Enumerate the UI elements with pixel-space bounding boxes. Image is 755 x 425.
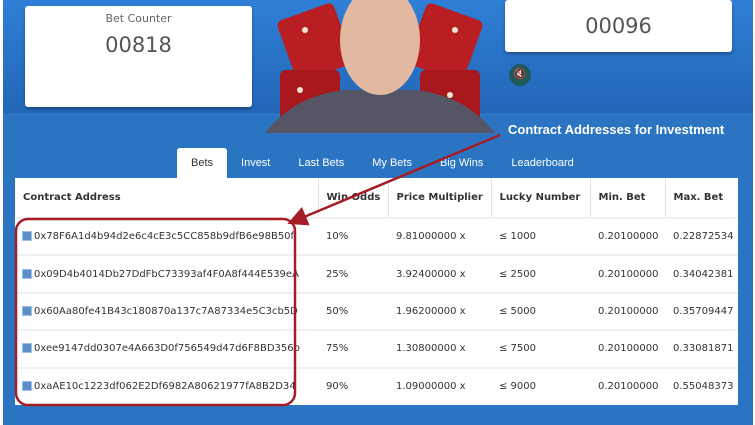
cell-value: ≤ 2500	[499, 268, 537, 280]
bet-counter-value: 00818	[105, 33, 172, 57]
cell-value: 0.22872534	[673, 231, 734, 243]
table-row: 0xee9147dd0307e4A663D0f756549d47d6F8BD35…	[15, 329, 738, 368]
cell-value: 9.81000000 x	[396, 231, 466, 243]
table-cell: 1.09000000 x	[388, 366, 491, 405]
qr-code-icon[interactable]	[22, 268, 32, 279]
qr-code-icon[interactable]	[22, 231, 32, 242]
cell-value: ≤ 7500	[499, 343, 537, 355]
table-cell: 75%	[318, 329, 388, 368]
column-header: Max. Bet	[673, 192, 724, 203]
speaker-muted-icon: 🔇	[513, 69, 527, 80]
table-cell: 1.96200000 x	[388, 291, 491, 331]
qr-code-icon[interactable]	[22, 343, 32, 354]
cell-value: ≤ 9000	[499, 381, 537, 393]
tab-last-bets[interactable]: Last Bets	[284, 148, 358, 178]
table-cell: ≤ 2500	[491, 254, 590, 293]
column-header: Contract Address	[15, 178, 319, 218]
cell-value: 25%	[326, 268, 349, 280]
table-cell: 1.30800000 x	[388, 329, 491, 368]
contract-address[interactable]: 0x78F6A1d4b94d2e6c4cE3c5CC858b9dfB6e98B5…	[34, 231, 294, 242]
cell-value: 0.20100000	[598, 343, 659, 355]
cell-value: 1.96200000 x	[396, 305, 466, 317]
tab-big-wins[interactable]: Big Wins	[426, 148, 497, 178]
table-cell: 0.22872534	[665, 216, 738, 256]
table-cell: 0.20100000	[590, 329, 665, 368]
table-cell: 0x60Aa80fe41B43c180870a137c7A87334e5C3cb…	[15, 291, 318, 331]
contract-address[interactable]: 0xee9147dd0307e4A663D0f756549d47d6F8BD35…	[34, 343, 300, 354]
hero-image	[265, 0, 495, 133]
table-cell: 25%	[318, 254, 388, 293]
table-cell: 9.81000000 x	[388, 216, 491, 256]
table-cell: 0x78F6A1d4b94d2e6c4cE3c5CC858b9dfB6e98B5…	[15, 216, 318, 256]
column-header: Lucky Number	[491, 178, 591, 218]
qr-code-icon[interactable]	[22, 305, 32, 316]
table-cell: ≤ 7500	[491, 329, 590, 368]
table-cell: 90%	[318, 366, 388, 405]
table-row: 0x09D4b4014Db27DdFbC73393af4F0A8f444E539…	[15, 254, 738, 293]
table-cell: 10%	[318, 216, 388, 256]
table-cell: 0xaAE10c1223df062E2Df6982A80621977fA8B2D…	[15, 366, 318, 405]
table-row: 0xaAE10c1223df062E2Df6982A80621977fA8B2D…	[15, 366, 738, 405]
cell-value: 0.34042381	[673, 268, 734, 280]
cell-value: 1.30800000 x	[396, 343, 466, 355]
cell-value: 0.35709447	[673, 305, 734, 317]
table-cell: 0x09D4b4014Db27DdFbC73393af4F0A8f444E539…	[15, 254, 318, 293]
contract-address[interactable]: 0xaAE10c1223df062E2Df6982A80621977fA8B2D…	[34, 381, 296, 392]
table-cell: 50%	[318, 291, 388, 331]
table-cell: 0xee9147dd0307e4A663D0f756549d47d6F8BD35…	[15, 329, 318, 368]
contract-address[interactable]: 0x09D4b4014Db27DdFbC73393af4F0A8f444E539…	[34, 269, 299, 280]
cell-value: 1.09000000 x	[396, 381, 466, 393]
table-cell: 0.20100000	[590, 291, 665, 331]
table-cell: 0.20100000	[590, 216, 665, 256]
tab-invest[interactable]: Invest	[227, 148, 284, 178]
annotation-label: Contract Addresses for Investment	[508, 122, 725, 137]
cell-value: 0.20100000	[598, 268, 659, 280]
tab-bar: Bets Invest Last Bets My Bets Big Wins L…	[177, 148, 588, 178]
cell-value: 10%	[326, 231, 349, 243]
secondary-counter-value: 00096	[585, 14, 652, 38]
cell-value: 50%	[326, 305, 349, 317]
table-cell: 0.20100000	[590, 366, 665, 405]
tab-bets[interactable]: Bets	[177, 148, 228, 178]
cell-value: ≤ 1000	[499, 231, 537, 243]
column-header: Price Multiplier	[388, 178, 492, 218]
table-cell: 0.33081871	[665, 329, 738, 368]
tab-leaderboard[interactable]: Leaderboard	[497, 148, 587, 178]
table-cell: ≤ 1000	[491, 216, 590, 256]
app: Bet Counter 00818 00096 🔇 Bets Invest La…	[3, 0, 753, 425]
contract-address[interactable]: 0x60Aa80fe41B43c180870a137c7A87334e5C3cb…	[34, 306, 298, 317]
cell-value: 0.33081871	[673, 343, 734, 355]
bet-counter-label: Bet Counter	[105, 12, 172, 25]
cell-value: 0.55048373	[673, 381, 734, 393]
tab-my-bets[interactable]: My Bets	[358, 148, 426, 178]
bet-counter: Bet Counter 00818	[25, 6, 252, 107]
secondary-counter: 00096	[505, 0, 732, 52]
table-cell: 0.20100000	[590, 254, 665, 293]
table-cell: 0.35709447	[665, 291, 738, 331]
cell-value: 0.20100000	[598, 305, 659, 317]
table-cell: 3.92400000 x	[388, 254, 491, 293]
cell-value: 0.20100000	[598, 381, 659, 393]
qr-code-icon[interactable]	[22, 381, 32, 392]
table-cell: 0.55048373	[665, 366, 738, 405]
table-row: 0x78F6A1d4b94d2e6c4cE3c5CC858b9dfB6e98B5…	[15, 216, 738, 256]
table-cell: ≤ 5000	[491, 291, 590, 331]
table-cell: 0.34042381	[665, 254, 738, 293]
table-cell: ≤ 9000	[491, 366, 590, 405]
cell-value: 75%	[326, 343, 349, 355]
cell-value: ≤ 5000	[499, 305, 537, 317]
table-row: 0x60Aa80fe41B43c180870a137c7A87334e5C3cb…	[15, 291, 738, 331]
cell-value: 3.92400000 x	[396, 268, 466, 280]
column-header: Win Odds	[318, 178, 389, 218]
cell-value: 90%	[326, 381, 349, 393]
cell-value: 0.20100000	[598, 231, 659, 243]
mute-button[interactable]: 🔇	[509, 64, 531, 86]
column-header: Min. Bet	[590, 178, 666, 218]
contracts-table: Contract Address Win Odds Price Multiplier…	[15, 178, 738, 405]
